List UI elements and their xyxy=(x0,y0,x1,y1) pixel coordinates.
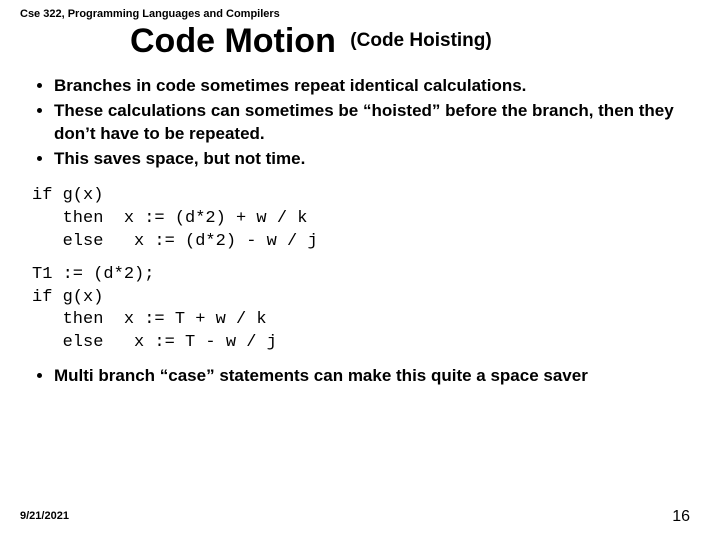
code-before: if g(x) then x := (d*2) + w / k else x :… xyxy=(32,185,700,254)
code-after: T1 := (d*2); if g(x) then x := T + w / k… xyxy=(32,264,700,356)
bullet-list-top: Branches in code sometimes repeat identi… xyxy=(20,75,700,171)
footer-date: 9/21/2021 xyxy=(20,510,69,522)
course-header: Cse 322, Programming Languages and Compi… xyxy=(20,8,700,20)
bullet-item: Branches in code sometimes repeat identi… xyxy=(54,75,700,98)
bullet-list-bottom: Multi branch “case” statements can make … xyxy=(20,365,700,387)
bullet-item: This saves space, but not time. xyxy=(54,148,700,171)
slide: Cse 322, Programming Languages and Compi… xyxy=(0,0,720,540)
bullet-item: Multi branch “case” statements can make … xyxy=(54,365,700,387)
title-main: Code Motion xyxy=(130,22,336,61)
bullet-item: These calculations can sometimes be “hoi… xyxy=(54,100,700,146)
title-sub: (Code Hoisting) xyxy=(350,30,491,52)
slide-title: Code Motion (Code Hoisting) xyxy=(20,22,700,61)
footer-page-number: 16 xyxy=(672,508,690,526)
